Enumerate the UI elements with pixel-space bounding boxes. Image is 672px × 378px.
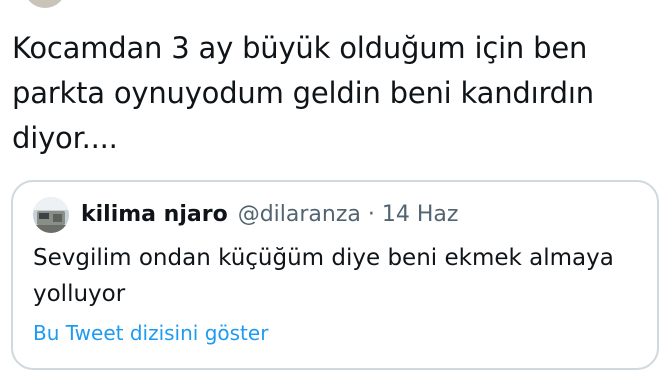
meta-separator: ·	[367, 202, 375, 227]
quoted-tweet-date[interactable]: 14 Haz	[382, 200, 459, 230]
show-thread-link[interactable]: Bu Tweet dizisini göster	[33, 319, 268, 347]
profile-photo-icon[interactable]	[33, 197, 69, 233]
quoted-tweet-header: kilima njaro @dilaranza · 14 Haz	[33, 197, 458, 233]
tweet-text: Kocamdan 3 ay büyük olduğum için ben par…	[12, 31, 594, 155]
quoted-author-handle[interactable]: @dilaranza	[238, 200, 361, 230]
quoted-tweet-text: Sevgilim ondan küçüğüm diye beni ekmek a…	[33, 245, 614, 307]
quoted-author-name[interactable]: kilima njaro	[81, 200, 228, 230]
quoted-tweet-card[interactable]: kilima njaro @dilaranza · 14 Haz Sevgili…	[11, 180, 659, 370]
top-avatar[interactable]	[24, 0, 66, 8]
